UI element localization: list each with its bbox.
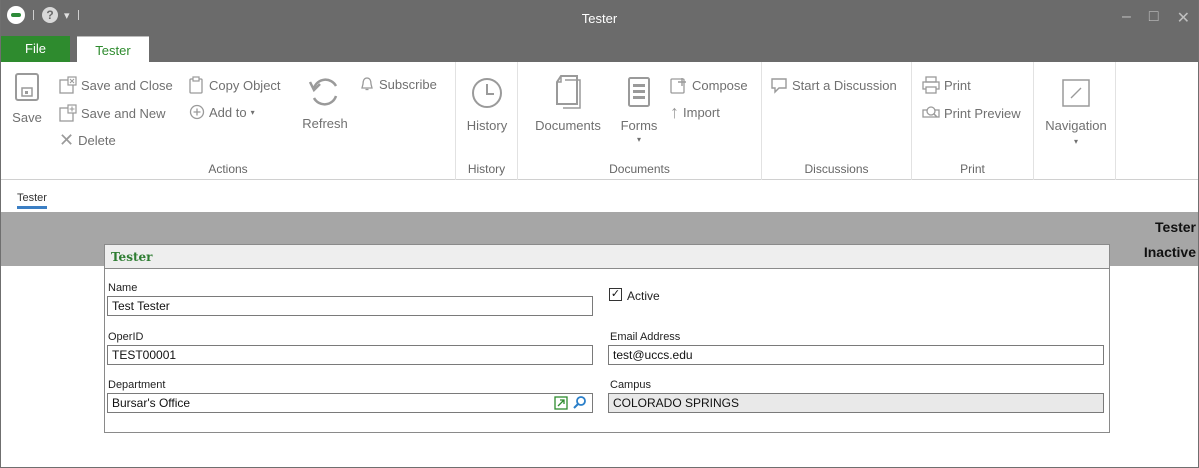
print-label: Print (944, 77, 971, 93)
forms-dropdown-arrow-icon: ▾ (636, 135, 641, 144)
breadcrumb[interactable]: Tester (17, 192, 47, 209)
print-button[interactable]: Print (922, 76, 971, 94)
add-circle-icon (189, 104, 205, 120)
email-label: Email Address (610, 331, 681, 343)
compose-icon (670, 78, 686, 94)
save-and-close-button[interactable]: Save and Close (59, 76, 173, 94)
documents-button[interactable]: Documents (528, 74, 608, 133)
save-close-icon (59, 76, 77, 94)
tab-file[interactable]: File (1, 36, 70, 62)
search-icon[interactable] (572, 395, 588, 416)
documents-label: Documents (535, 118, 601, 133)
record-status: Inactive (1143, 244, 1196, 260)
add-to-button[interactable]: Add to ▾ (189, 104, 255, 120)
form-title: Tester (105, 245, 1109, 269)
open-record-icon[interactable] (554, 396, 568, 415)
import-label: Import (683, 104, 720, 120)
ribbon-group-actions: Save Save and Close Save and New ✕ Delet… (1, 62, 456, 180)
delete-button[interactable]: ✕ Delete (59, 130, 116, 150)
tab-tester[interactable]: Tester (77, 36, 149, 62)
print-preview-button[interactable]: Print Preview (922, 104, 1021, 122)
compose-label: Compose (692, 77, 748, 93)
copy-object-button[interactable]: Copy Object (189, 76, 281, 94)
navigation-icon (1061, 78, 1091, 108)
subscribe-label: Subscribe (379, 76, 437, 92)
history-button[interactable]: History (460, 76, 514, 133)
save-label: Save (12, 110, 42, 125)
bell-icon (361, 77, 373, 91)
save-icon (14, 72, 40, 102)
import-button[interactable]: ↑ Import (670, 102, 720, 122)
group-label-documents: Documents (609, 162, 670, 176)
active-label: Active (627, 289, 660, 303)
window-controls: – □ ✕ (1122, 8, 1190, 28)
save-button[interactable]: Save (7, 72, 47, 125)
ribbon-group-documents: Documents Forms ▾ Compose ↑ Import Docum… (518, 62, 762, 180)
navigation-label: Navigation (1045, 118, 1107, 133)
compose-button[interactable]: Compose (670, 76, 748, 94)
group-label-actions: Actions (208, 162, 248, 176)
clock-icon (470, 76, 504, 110)
department-value: Bursar's Office (112, 396, 191, 410)
add-to-label: Add to (209, 104, 247, 120)
printer-icon (922, 76, 940, 94)
email-field[interactable]: test@uccs.edu (608, 345, 1104, 365)
forms-icon (627, 76, 651, 108)
navigation-button[interactable]: Navigation ▾ (1038, 78, 1114, 146)
print-preview-label: Print Preview (944, 105, 1021, 121)
save-and-new-label: Save and New (81, 105, 166, 121)
import-arrow-icon: ↑ (670, 102, 679, 122)
delete-label: Delete (78, 132, 116, 148)
operid-field[interactable]: TEST00001 (107, 345, 593, 365)
ribbon-group-navigation: Navigation ▾ (1034, 62, 1116, 180)
forms-label: Forms (620, 118, 658, 133)
delete-icon: ✕ (59, 130, 75, 150)
start-discussion-button[interactable]: Start a Discussion (770, 76, 897, 94)
ribbon: Save Save and Close Save and New ✕ Delet… (1, 62, 1198, 180)
save-and-close-label: Save and Close (81, 77, 173, 93)
ribbon-group-history: History History (456, 62, 518, 180)
ribbon-group-discussions: Start a Discussion Discussions (762, 62, 912, 180)
tester-form: Tester Name Test Tester ✓ Active OperID … (104, 244, 1110, 433)
history-label: History (466, 118, 508, 133)
copy-object-label: Copy Object (209, 77, 281, 93)
documents-icon (553, 74, 583, 110)
subscribe-button[interactable]: Subscribe (359, 76, 437, 92)
department-field[interactable]: Bursar's Office (107, 393, 593, 413)
discussion-icon (771, 78, 787, 94)
active-checkbox[interactable]: ✓ (609, 288, 622, 301)
operid-label: OperID (108, 331, 144, 343)
campus-field: COLORADO SPRINGS (608, 393, 1104, 413)
copy-icon (189, 76, 203, 94)
name-label: Name (108, 282, 138, 294)
window-title: Tester (581, 11, 618, 26)
save-new-icon (59, 104, 77, 122)
navigation-dropdown-arrow-icon: ▾ (1073, 137, 1078, 146)
department-label: Department (108, 379, 166, 391)
refresh-label: Refresh (302, 116, 348, 131)
refresh-button[interactable]: Refresh (297, 76, 353, 131)
group-label-history: History (467, 162, 506, 176)
start-discussion-label: Start a Discussion (792, 77, 897, 93)
maximize-icon[interactable]: □ (1149, 8, 1159, 28)
forms-button[interactable]: Forms ▾ (614, 76, 664, 144)
name-field[interactable]: Test Tester (107, 296, 593, 316)
app-window: ? ▾ Tester – □ ✕ File Tester Save Save a… (0, 0, 1199, 468)
ribbon-group-print: Print Print Preview Print (912, 62, 1034, 180)
record-name: Tester (1155, 219, 1196, 235)
dropdown-arrow-icon: ▾ (250, 107, 255, 117)
minimize-icon[interactable]: – (1122, 8, 1131, 28)
save-and-new-button[interactable]: Save and New (59, 104, 166, 122)
campus-label: Campus (610, 379, 651, 391)
ribbon-tabs: File Tester (1, 36, 1198, 62)
group-label-discussions: Discussions (804, 162, 869, 176)
refresh-icon (308, 76, 342, 108)
close-icon[interactable]: ✕ (1177, 8, 1190, 28)
group-label-print: Print (960, 162, 985, 176)
print-preview-icon (922, 106, 940, 118)
title-bar: ? ▾ Tester – □ ✕ (1, 0, 1198, 36)
